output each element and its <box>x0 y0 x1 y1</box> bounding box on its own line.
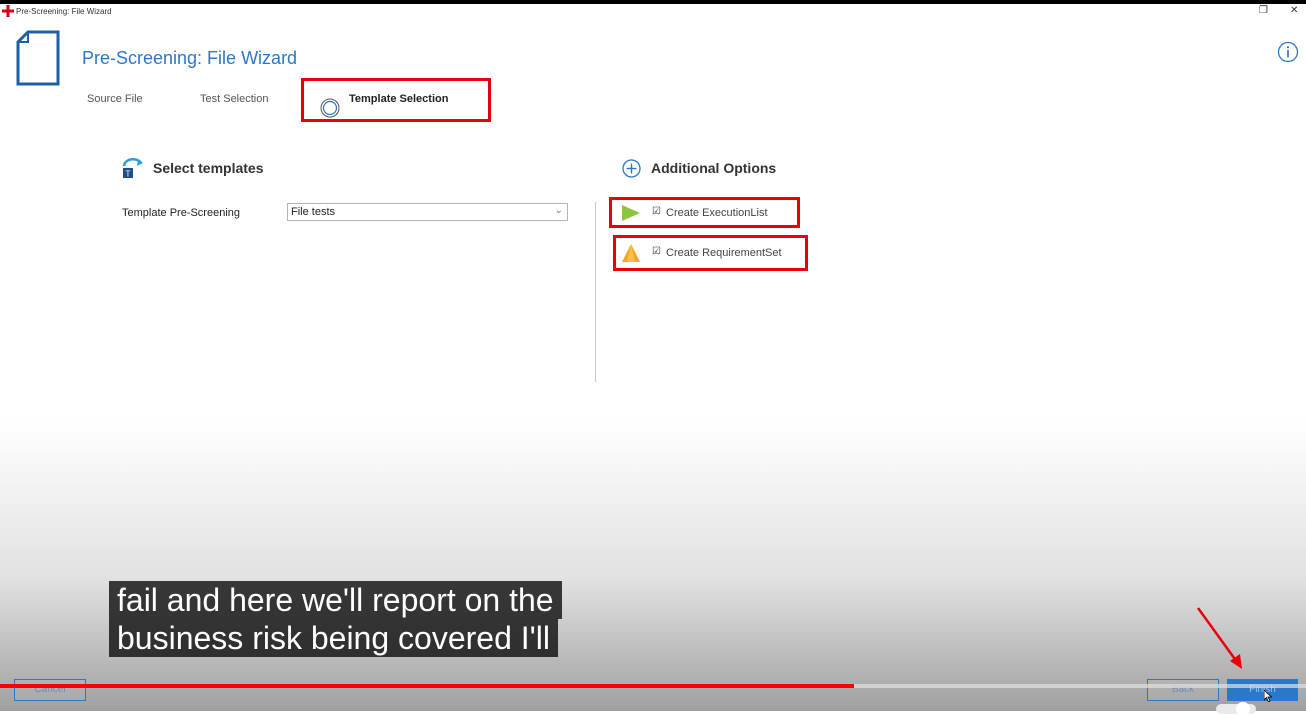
caption-line-2: business risk being covered I'll <box>109 619 558 657</box>
select-templates-heading: Select templates <box>153 160 264 176</box>
mouse-cursor-icon <box>1264 690 1272 702</box>
red-arrow-annotation <box>1196 607 1242 669</box>
video-overlay-gradient <box>0 420 1306 711</box>
step-source-file[interactable]: Source File <box>87 93 143 105</box>
highlight-box-execution-list <box>609 197 800 228</box>
template-select[interactable]: File tests ⌄ <box>287 203 568 221</box>
step-test-selection[interactable]: Test Selection <box>200 93 268 105</box>
highlight-box-requirement-set <box>613 235 808 271</box>
autoplay-toggle-knob <box>1236 702 1250 716</box>
app-cross-icon <box>2 5 14 17</box>
window-title: Pre-Screening: File Wizard <box>16 7 112 16</box>
column-divider <box>595 202 596 382</box>
cancel-button[interactable]: Cancel <box>14 679 86 701</box>
back-button[interactable]: Back <box>1147 679 1219 701</box>
finish-button[interactable]: Finish <box>1227 679 1298 701</box>
templates-icon: T <box>122 157 143 179</box>
window-titlebar: Pre-Screening: File Wizard ❐ ✕ <box>0 4 1306 20</box>
wizard-title: Pre-Screening: File Wizard <box>82 48 298 68</box>
video-progress-fill <box>0 684 855 688</box>
highlight-box-template-step <box>301 78 491 122</box>
template-select-value: File tests <box>291 206 336 218</box>
caption-line-1: fail and here we'll report on the <box>109 581 562 619</box>
info-icon[interactable] <box>1277 41 1299 63</box>
template-pre-screening-label: Template Pre-Screening <box>122 207 241 219</box>
add-circle-icon <box>622 159 641 178</box>
svg-text:T: T <box>126 170 131 179</box>
additional-options-heading: Additional Options <box>651 160 777 176</box>
chevron-down-icon: ⌄ <box>554 205 563 216</box>
document-icon <box>16 30 60 86</box>
close-icon[interactable]: ✕ <box>1290 5 1298 16</box>
restore-icon[interactable]: ❐ <box>1259 5 1268 16</box>
